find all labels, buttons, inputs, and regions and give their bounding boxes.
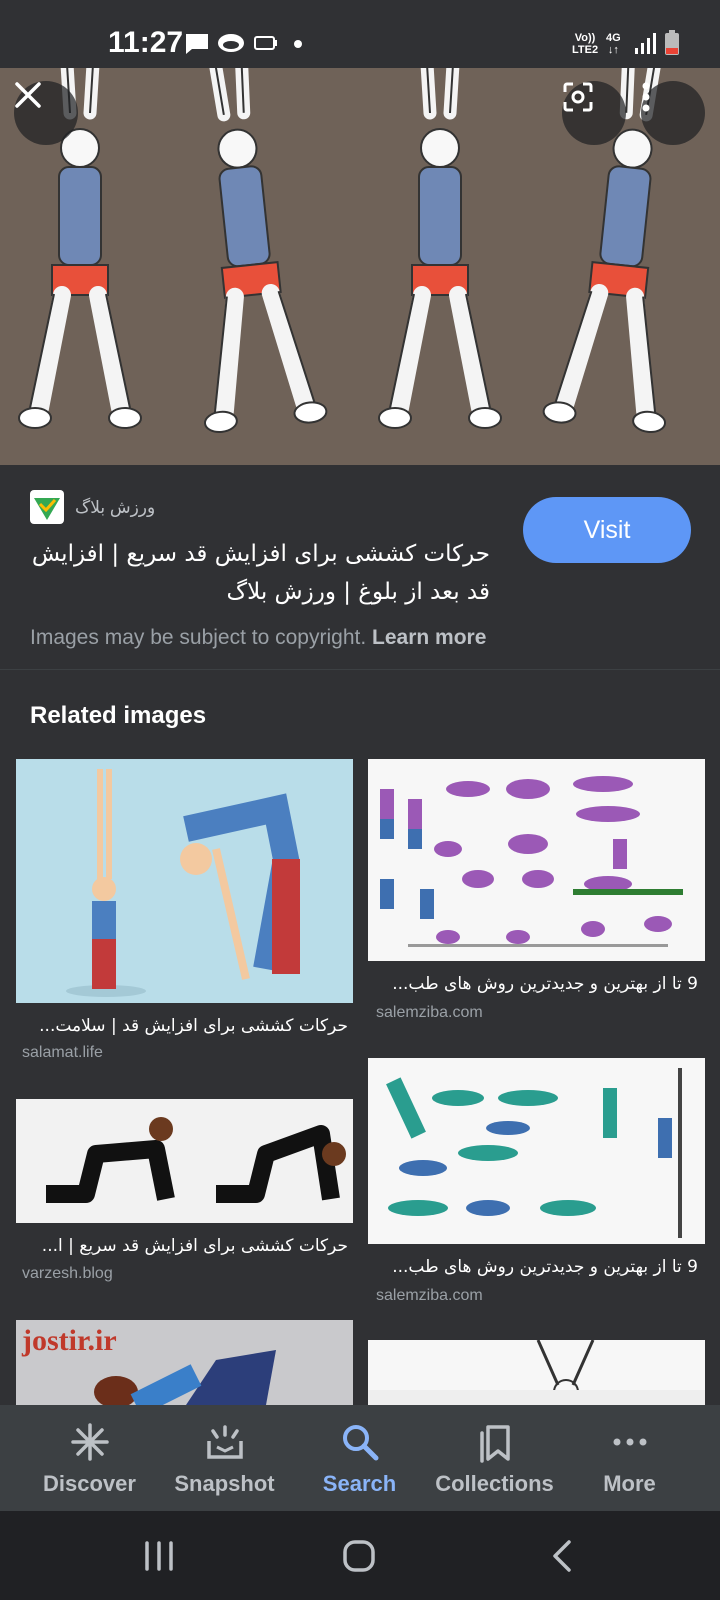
snapshot-icon xyxy=(206,1425,243,1459)
nav-snapshot[interactable]: Snapshot xyxy=(157,1405,292,1511)
result-title[interactable]: حرکات کششی برای افزایش قد سریع | افزایش … xyxy=(30,535,490,611)
copyright-notice: Images may be subject to copyright. Lear… xyxy=(30,626,487,649)
cat-cow-illustration xyxy=(46,1117,346,1203)
heart-check-icon xyxy=(34,498,60,520)
home-icon[interactable] xyxy=(342,1539,376,1573)
related-domain-4[interactable]: salemziba.com xyxy=(376,1287,483,1305)
related-title-2[interactable]: 9 تا از بهترین و جدیدترین روش های طب... xyxy=(376,974,698,994)
related-image-2[interactable] xyxy=(368,759,705,961)
nav-snapshot-label: Snapshot xyxy=(174,1471,275,1496)
nav-collections-label: Collections xyxy=(435,1471,554,1496)
nav-more[interactable]: More xyxy=(562,1405,697,1511)
related-domain-3[interactable]: varzesh.blog xyxy=(22,1265,113,1283)
search-icon xyxy=(342,1425,378,1461)
visit-button[interactable]: Visit xyxy=(523,497,691,563)
nav-collections[interactable]: Collections xyxy=(427,1405,562,1511)
dot-icon xyxy=(294,40,302,48)
related-image-5[interactable]: jostir.ir xyxy=(16,1320,353,1405)
signal-icon xyxy=(635,33,656,54)
nav-search[interactable]: Search xyxy=(292,1405,427,1511)
volte-indicator: Vo)) LTE2 xyxy=(572,32,599,56)
more-options-button[interactable] xyxy=(641,81,705,145)
cloud-icon xyxy=(218,34,244,52)
related-title-4[interactable]: 9 تا از بهترین و جدیدترین روش های طب... xyxy=(376,1257,698,1277)
related-images-heading: Related images xyxy=(30,702,207,729)
close-button[interactable] xyxy=(14,81,78,145)
related-domain-1[interactable]: salamat.life xyxy=(22,1044,103,1062)
related-title-1[interactable]: حرکات کششی برای افزایش قد | سلامت... xyxy=(22,1016,348,1036)
related-title-3[interactable]: حرکات کششی برای افزایش قد سریع | ا... xyxy=(22,1236,348,1256)
battery-saver-icon xyxy=(254,36,277,50)
bend-illustration xyxy=(94,1350,276,1405)
site-name[interactable]: ورزش بلاگ xyxy=(75,498,155,518)
related-domain-2[interactable]: salemziba.com xyxy=(376,1004,483,1022)
bookmarks-icon xyxy=(479,1425,510,1463)
lens-button[interactable] xyxy=(562,81,626,145)
back-icon[interactable] xyxy=(550,1539,574,1573)
lens-icon xyxy=(563,82,593,112)
preview-image[interactable] xyxy=(0,68,720,465)
status-bar: 11:27 Vo)) LTE2 4G ↓↑ xyxy=(0,0,720,68)
nav-search-label: Search xyxy=(322,1471,397,1496)
related-image-3[interactable] xyxy=(16,1099,353,1223)
learn-more-link[interactable]: Learn more xyxy=(372,626,486,649)
related-image-6[interactable] xyxy=(368,1340,705,1405)
yoga-poses-illustration xyxy=(380,776,683,947)
nav-discover-label: Discover xyxy=(43,1471,136,1496)
recents-icon[interactable] xyxy=(143,1541,175,1571)
nav-discover[interactable]: Discover xyxy=(22,1405,157,1511)
more-vert-icon xyxy=(642,82,650,112)
exercise-poses-illustration xyxy=(386,1068,682,1238)
standing-figure-illustration xyxy=(368,1340,705,1405)
system-navigation-bar xyxy=(0,1511,720,1600)
bottom-navigation: Discover Snapshot Search Collections Mor… xyxy=(0,1405,720,1511)
related-image-1[interactable] xyxy=(16,759,353,1003)
close-icon xyxy=(15,82,41,108)
forward-bend-illustration xyxy=(66,769,300,997)
related-image-4[interactable] xyxy=(368,1058,705,1244)
more-horiz-icon xyxy=(613,1438,646,1446)
asterisk-icon xyxy=(70,1423,109,1461)
message-icon xyxy=(186,34,208,54)
battery-icon xyxy=(665,30,679,55)
site-favicon xyxy=(30,490,64,524)
nav-more-label: More xyxy=(603,1471,656,1496)
status-time: 11:27 xyxy=(108,26,184,59)
network-gen-indicator: 4G ↓↑ xyxy=(606,32,621,56)
